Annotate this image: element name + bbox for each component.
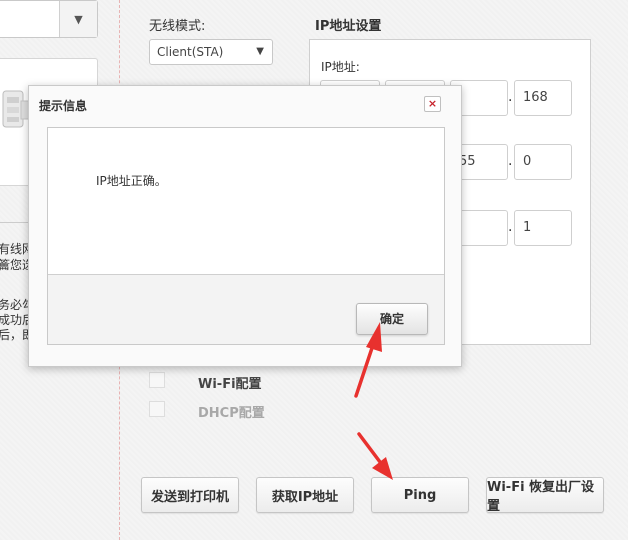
dialog-body: IP地址正确。 确定	[47, 127, 445, 345]
wifi-config-checkbox[interactable]	[149, 372, 165, 388]
wireless-mode-select[interactable]: Client(STA) ▼	[149, 39, 273, 65]
gateway-octet-input[interactable]: 1	[514, 210, 572, 246]
top-left-dropdown[interactable]: ▼	[0, 0, 98, 38]
send-to-printer-button[interactable]: 发送到打印机	[141, 477, 239, 513]
subnet-octet-input[interactable]: 0	[514, 144, 572, 180]
ip-octet-input[interactable]: 168	[514, 80, 572, 116]
ip-separator: .	[508, 219, 513, 235]
get-ip-button[interactable]: 获取IP地址	[256, 477, 354, 513]
close-icon[interactable]: ×	[424, 96, 441, 112]
ok-button[interactable]: 确定	[356, 303, 428, 335]
dhcp-config-label: DHCP配置	[198, 406, 265, 421]
ping-button[interactable]: Ping	[371, 477, 469, 513]
dialog-message: IP地址正确。	[96, 174, 167, 188]
ip-address-label: IP地址:	[321, 60, 360, 74]
chevron-down-icon[interactable]: ▼	[59, 1, 97, 37]
dialog-title: 提示信息	[39, 99, 88, 113]
wireless-mode-value: Client(STA)	[157, 45, 224, 59]
ip-separator: .	[508, 153, 513, 169]
info-dialog: 提示信息 × IP地址正确。 确定	[28, 85, 462, 367]
dhcp-config-checkbox[interactable]	[149, 401, 165, 417]
chevron-down-icon: ▼	[256, 46, 264, 57]
ip-separator: .	[508, 89, 513, 105]
ip-settings-title: IP地址设置	[315, 19, 382, 34]
wifi-config-label: Wi-Fi配置	[198, 377, 262, 392]
wireless-mode-label: 无线模式:	[149, 19, 206, 34]
dialog-footer: 确定	[48, 274, 444, 344]
wifi-factory-reset-button[interactable]: Wi-Fi 恢复出厂设置	[486, 477, 604, 514]
